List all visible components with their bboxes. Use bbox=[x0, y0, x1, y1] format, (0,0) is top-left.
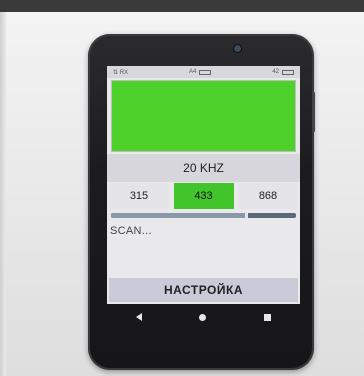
scan-status-text: SCAN... bbox=[110, 225, 152, 237]
bandwidth-selector[interactable]: 20 KHZ bbox=[107, 154, 300, 182]
phone-side-button[interactable] bbox=[312, 92, 315, 132]
signal-bar-icon bbox=[199, 69, 212, 75]
photo-left-edge bbox=[0, 12, 6, 376]
frequency-button-868[interactable]: 868 bbox=[238, 183, 298, 209]
bandwidth-label: 20 KHZ bbox=[183, 161, 224, 175]
front-camera-icon bbox=[234, 45, 241, 52]
settings-label: НАСТРОЙКА bbox=[163, 283, 244, 297]
photo-background: ⇅ RX A4 42 20 KHZ 315 433 868 SCAN... НА… bbox=[0, 0, 364, 376]
scan-progress-bar bbox=[111, 213, 296, 218]
status-right-text: 42 bbox=[272, 69, 279, 75]
phone-screen: ⇅ RX A4 42 20 KHZ 315 433 868 SCAN... НА… bbox=[107, 66, 300, 304]
frequency-selector: 315 433 868 bbox=[109, 183, 298, 209]
battery-icon bbox=[282, 69, 294, 75]
scan-progress-marker bbox=[245, 213, 249, 218]
back-icon[interactable] bbox=[135, 313, 142, 321]
status-left-text: ⇅ RX bbox=[113, 69, 129, 76]
status-mid-text: A4 bbox=[189, 69, 197, 75]
frequency-button-433[interactable]: 433 bbox=[173, 183, 234, 209]
frequency-label: 433 bbox=[194, 190, 213, 202]
home-icon[interactable] bbox=[199, 313, 207, 321]
photo-top-edge bbox=[0, 0, 364, 12]
navigation-bar bbox=[107, 306, 300, 328]
scan-progress-fill bbox=[111, 213, 247, 218]
frequency-button-315[interactable]: 315 bbox=[109, 183, 169, 209]
frequency-label: 315 bbox=[129, 190, 149, 202]
recents-icon[interactable] bbox=[264, 313, 272, 321]
signal-indicator-panel bbox=[111, 80, 296, 152]
settings-button[interactable]: НАСТРОЙКА bbox=[109, 278, 298, 302]
status-bar: ⇅ RX A4 42 bbox=[107, 66, 300, 78]
frequency-label: 868 bbox=[258, 190, 278, 202]
